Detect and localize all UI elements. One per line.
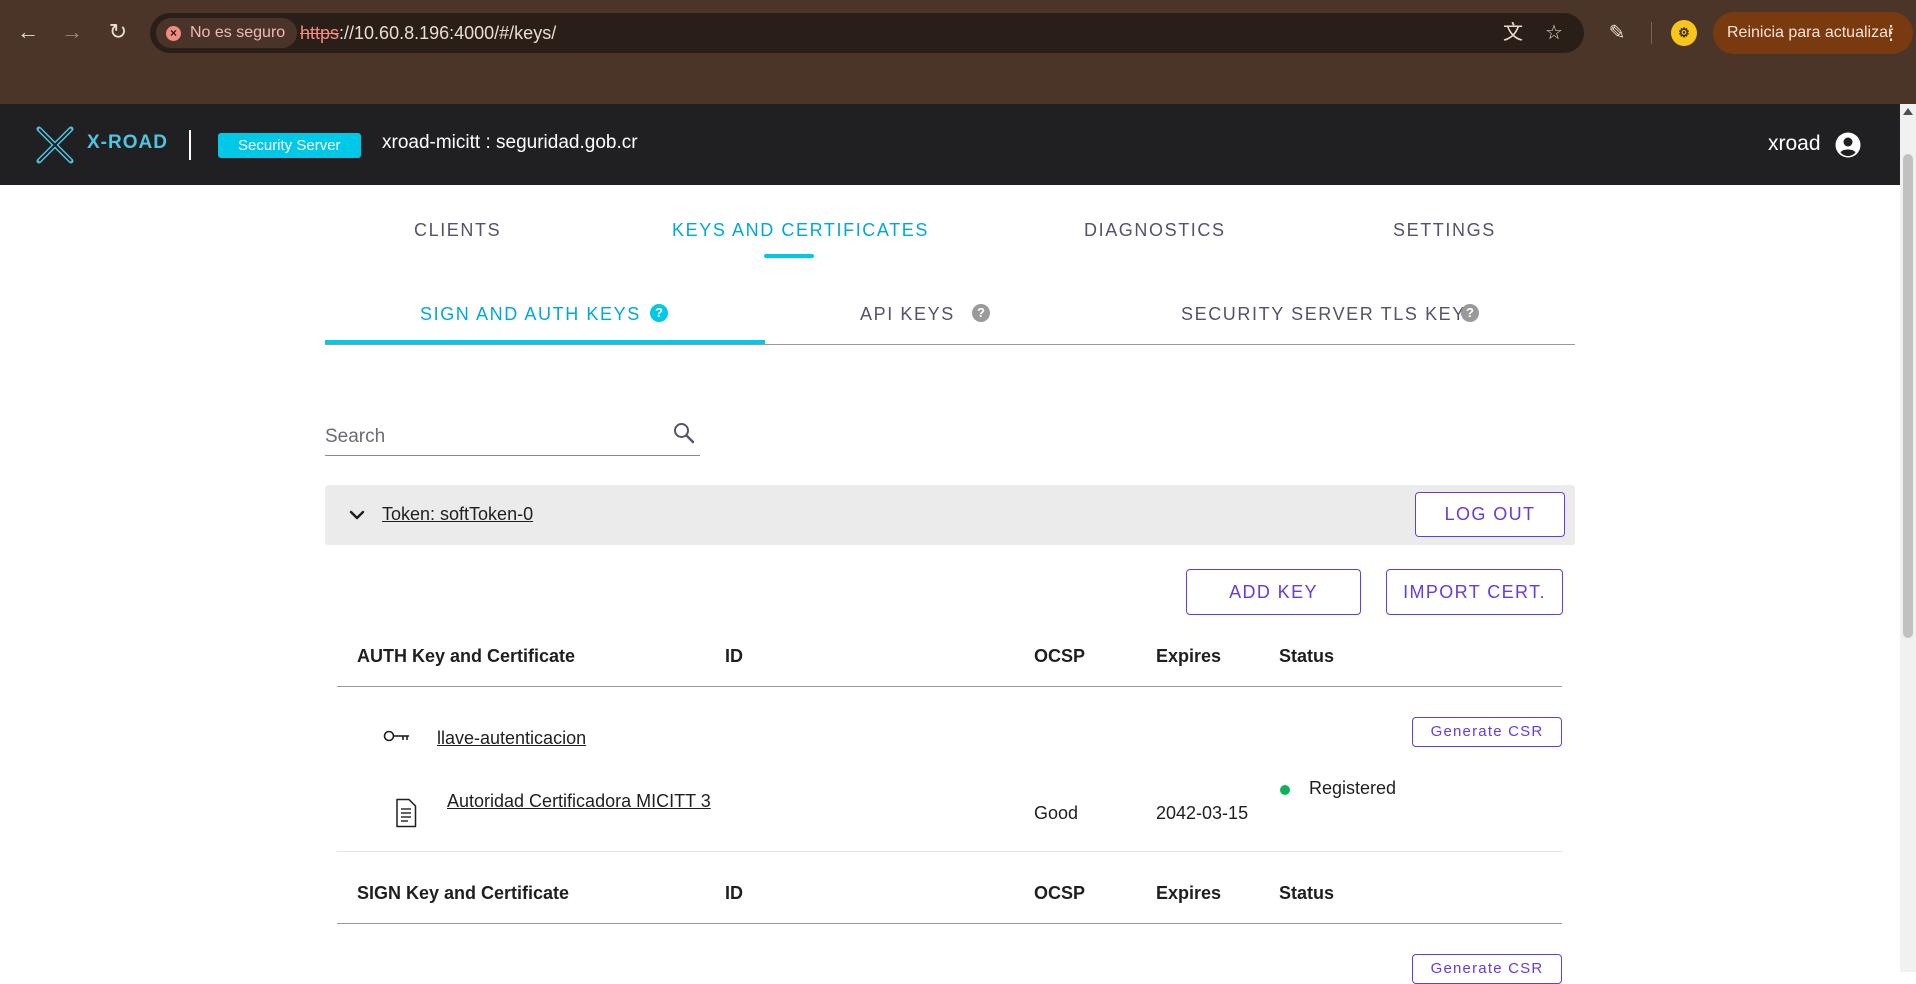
active-tab-indicator xyxy=(764,254,814,258)
generate-csr-button[interactable]: Generate CSR xyxy=(1412,954,1562,984)
generate-csr-button[interactable]: Generate CSR xyxy=(1412,717,1562,747)
account-circle-icon[interactable] xyxy=(1835,132,1861,158)
auth-table-header-ocsp: OCSP xyxy=(1034,646,1086,666)
header-divider xyxy=(189,130,191,160)
scroll-up-arrow-icon[interactable] xyxy=(1903,108,1913,115)
token-panel-header: Token: softToken-0 xyxy=(325,485,1575,545)
logo-text: X-ROAD xyxy=(87,132,168,153)
auth-table-header-expires: Expires xyxy=(1156,646,1222,666)
menu-kebab-icon[interactable]: ⋮ xyxy=(1881,12,1901,54)
subtab-sign-and-auth-keys[interactable]: SIGN AND AUTH KEYS xyxy=(420,304,641,325)
page-scrollbar[interactable] xyxy=(1900,104,1916,972)
search-icon[interactable] xyxy=(672,421,696,445)
import-cert-button[interactable]: IMPORT CERT. xyxy=(1386,569,1563,615)
table-header-divider xyxy=(337,923,1562,924)
security-label: No es seguro xyxy=(190,24,286,41)
sign-table-header-expires: Expires xyxy=(1156,883,1222,903)
row-divider xyxy=(337,851,1562,852)
subtab-api-keys[interactable]: API KEYS xyxy=(860,304,955,325)
cert-ocsp-value: Good xyxy=(1034,803,1079,823)
auth-table-header-id: ID xyxy=(725,646,743,666)
search-input[interactable] xyxy=(325,418,700,456)
translate-icon[interactable]: 文 xyxy=(1502,22,1524,44)
server-name: xroad-micitt : seguridad.gob.cr xyxy=(382,132,638,153)
reload-icon[interactable]: ↻ xyxy=(106,19,130,44)
key-icon xyxy=(383,730,409,742)
help-icon[interactable]: ? xyxy=(972,304,990,322)
toolbar-divider xyxy=(1651,22,1652,44)
address-bar[interactable]: × No es seguro https://10.60.8.196:4000/… xyxy=(150,13,1584,53)
url-text[interactable]: https://10.60.8.196:4000/#/keys/ xyxy=(300,13,556,53)
subtab-security-server-tls-key[interactable]: SECURITY SERVER TLS KEY xyxy=(1181,304,1466,325)
not-secure-icon: × xyxy=(166,26,181,41)
url-scheme: https xyxy=(300,23,340,43)
forward-arrow-icon[interactable]: → xyxy=(60,19,84,44)
cert-status-value: Registered xyxy=(1309,778,1397,798)
sign-table-header-ocsp: OCSP xyxy=(1034,883,1086,903)
scroll-thumb[interactable] xyxy=(1903,154,1913,638)
cert-expires-value: 2042-03-15 xyxy=(1156,803,1249,823)
auth-certificate-link[interactable]: Autoridad Certificadora MICITT 3 xyxy=(447,788,717,814)
update-button[interactable]: Reinicia para actualizar ⋮ xyxy=(1713,12,1913,54)
tab-diagnostics[interactable]: DIAGNOSTICS xyxy=(1084,220,1226,241)
back-arrow-icon[interactable]: ← xyxy=(16,19,40,44)
extensions-icon[interactable]: ✎ xyxy=(1604,20,1630,46)
tab-keys-and-certificates[interactable]: KEYS AND CERTIFICATES xyxy=(672,220,929,241)
certificate-document-icon xyxy=(396,798,417,828)
table-header-divider xyxy=(337,686,1562,687)
app-header: X-ROAD Security Server xroad-micitt : se… xyxy=(0,104,1900,185)
bookmark-star-icon[interactable]: ☆ xyxy=(1543,22,1565,44)
update-label: Reinicia para actualizar xyxy=(1727,24,1894,41)
sign-table-header-id: ID xyxy=(725,883,743,903)
status-indicator-dot xyxy=(1280,785,1290,795)
sign-table-header-status: Status xyxy=(1279,883,1335,903)
profile-avatar-icon[interactable]: ⚙ xyxy=(1671,20,1697,46)
security-chip[interactable]: × No es seguro xyxy=(156,18,298,48)
url-path: ://10.60.8.196:4000/#/keys/ xyxy=(339,23,557,43)
auth-table-header-key: AUTH Key and Certificate xyxy=(357,646,576,666)
tab-clients[interactable]: CLIENTS xyxy=(414,220,501,241)
subtabs-divider xyxy=(325,344,1575,345)
help-icon[interactable]: ? xyxy=(650,304,668,322)
auth-key-link[interactable]: llave-autenticacion xyxy=(437,728,586,749)
auth-table-header-status: Status xyxy=(1279,646,1335,666)
add-key-button[interactable]: ADD KEY xyxy=(1186,569,1361,615)
browser-toolbar: ← → ↻ × No es seguro https://10.60.8.196… xyxy=(0,0,1916,104)
sign-table-header-key: SIGN Key and Certificate xyxy=(357,883,570,903)
tab-settings[interactable]: SETTINGS xyxy=(1393,220,1496,241)
server-type-chip: Security Server xyxy=(218,133,361,158)
xroad-logo-icon xyxy=(36,126,74,164)
user-menu-name[interactable]: xroad xyxy=(1768,132,1821,156)
log-out-button[interactable]: LOG OUT xyxy=(1415,492,1565,537)
token-name-link[interactable]: Token: softToken-0 xyxy=(382,504,533,525)
chevron-down-icon[interactable] xyxy=(345,503,369,527)
active-subtab-indicator xyxy=(325,340,765,344)
help-icon[interactable]: ? xyxy=(1461,304,1479,322)
